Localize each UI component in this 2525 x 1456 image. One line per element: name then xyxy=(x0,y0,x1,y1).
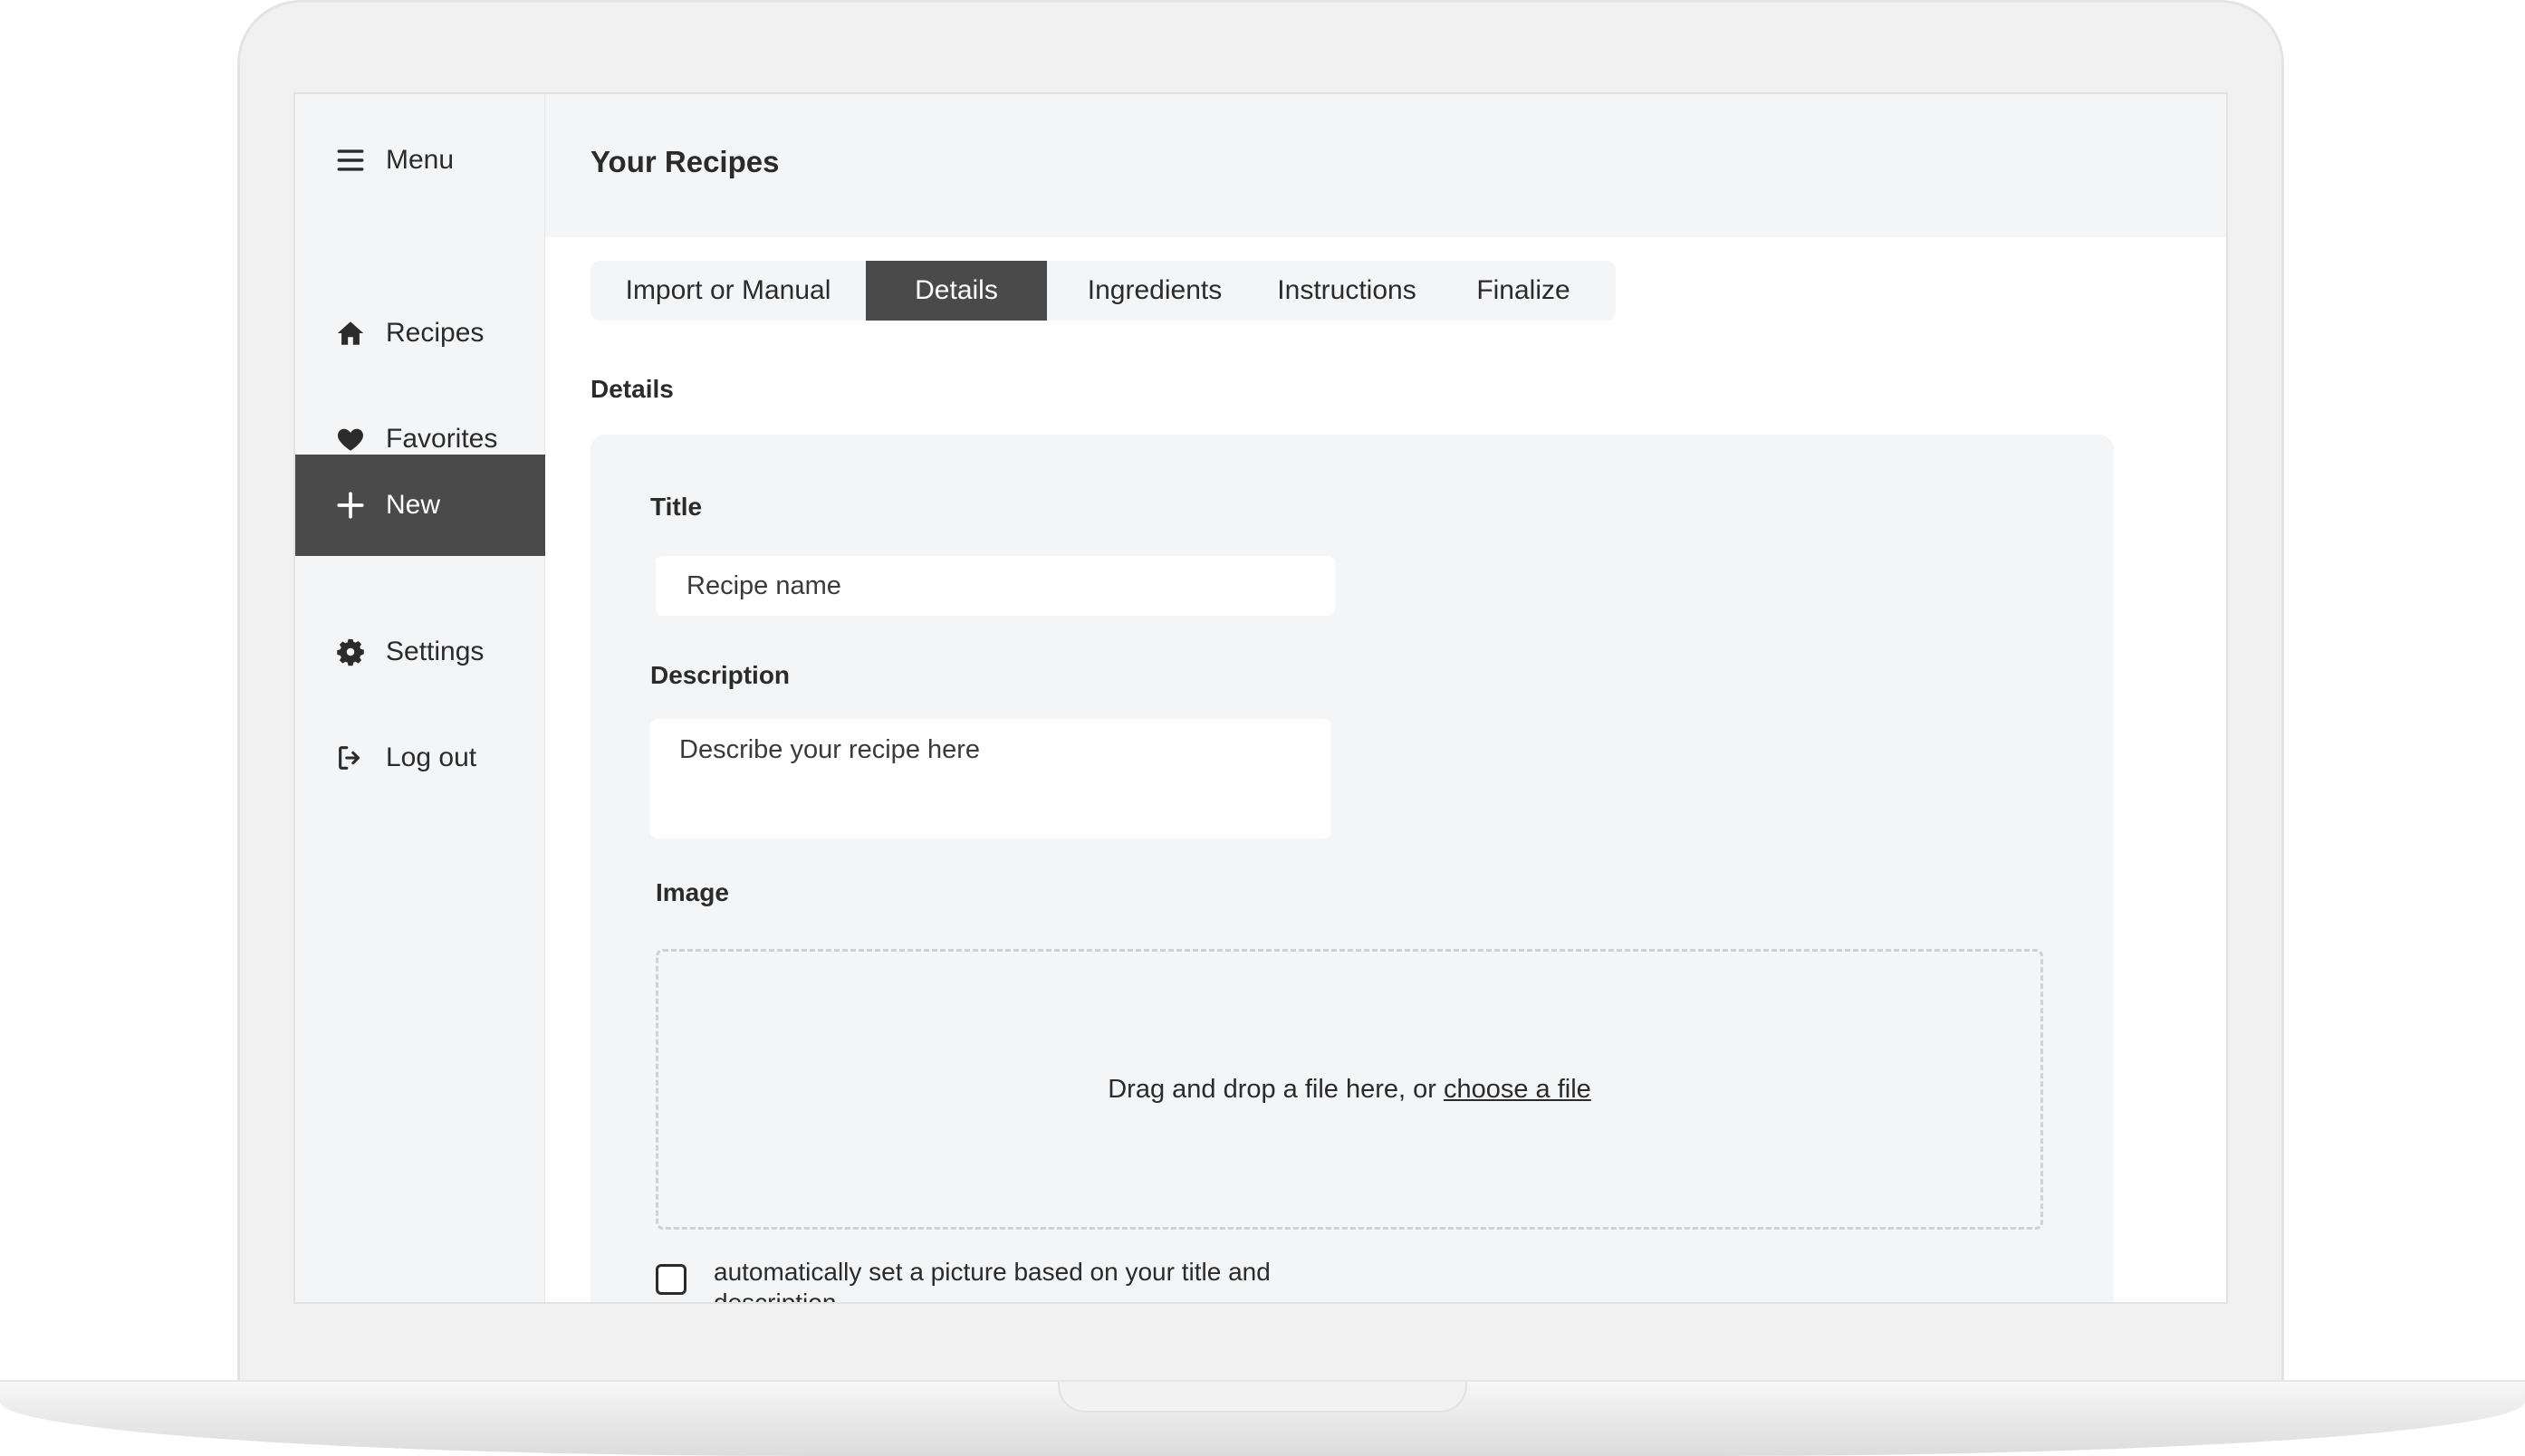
auto-picture-checkbox[interactable] xyxy=(656,1264,686,1295)
logout-icon xyxy=(335,742,366,773)
description-input[interactable] xyxy=(650,719,1331,838)
sidebar-item-recipes[interactable]: Recipes xyxy=(295,283,545,384)
image-dropzone[interactable]: Drag and drop a file here, or choose a f… xyxy=(656,949,2043,1230)
hamburger-menu-icon xyxy=(335,145,366,176)
home-icon xyxy=(335,318,366,349)
laptop-notch xyxy=(1058,1382,1467,1413)
page-title: Your Recipes xyxy=(590,145,780,178)
plus-icon xyxy=(335,490,366,521)
choose-file-link[interactable]: choose a file xyxy=(1444,1075,1591,1105)
auto-picture-option: automatically set a picture based on you… xyxy=(656,1257,1293,1304)
title-input[interactable] xyxy=(656,556,1335,616)
app-screen: Menu Recipes Favorites New Settings Log … xyxy=(293,92,2228,1304)
sidebar-item-logout[interactable]: Log out xyxy=(295,707,545,809)
sidebar-item-label: New xyxy=(386,490,441,520)
sidebar-item-new[interactable]: New xyxy=(295,455,545,556)
heart-icon xyxy=(335,424,366,455)
menu-button[interactable]: Menu xyxy=(335,145,454,176)
auto-picture-label: automatically set a picture based on you… xyxy=(714,1258,1271,1304)
tab-details[interactable]: Details xyxy=(866,261,1047,321)
main-content: Import or Manual Details Ingredients Ins… xyxy=(545,237,2226,1304)
tab-ingredients[interactable]: Ingredients xyxy=(1047,261,1262,321)
details-form: Title Description Image Drag and drop a … xyxy=(590,435,2114,1304)
tab-instructions[interactable]: Instructions xyxy=(1262,261,1431,321)
sidebar-item-label: Recipes xyxy=(386,318,485,348)
gear-icon xyxy=(335,637,366,667)
sidebar-item-settings[interactable]: Settings xyxy=(295,601,545,703)
description-label: Description xyxy=(650,661,791,689)
sidebar-item-label: Settings xyxy=(386,637,485,666)
image-label: Image xyxy=(656,878,729,906)
tab-bar: Import or Manual Details Ingredients Ins… xyxy=(590,261,1616,321)
sidebar-item-label: Favorites xyxy=(386,424,498,454)
menu-label: Menu xyxy=(386,145,455,175)
sidebar: Menu Recipes Favorites New Settings Log … xyxy=(295,94,545,1302)
tab-import-or-manual[interactable]: Import or Manual xyxy=(590,261,866,321)
dropzone-text: Drag and drop a file here, or xyxy=(1108,1074,1436,1104)
title-label: Title xyxy=(650,493,703,521)
sidebar-item-label: Log out xyxy=(386,742,477,772)
section-title: Details xyxy=(590,375,674,403)
tab-finalize[interactable]: Finalize xyxy=(1431,261,1616,321)
